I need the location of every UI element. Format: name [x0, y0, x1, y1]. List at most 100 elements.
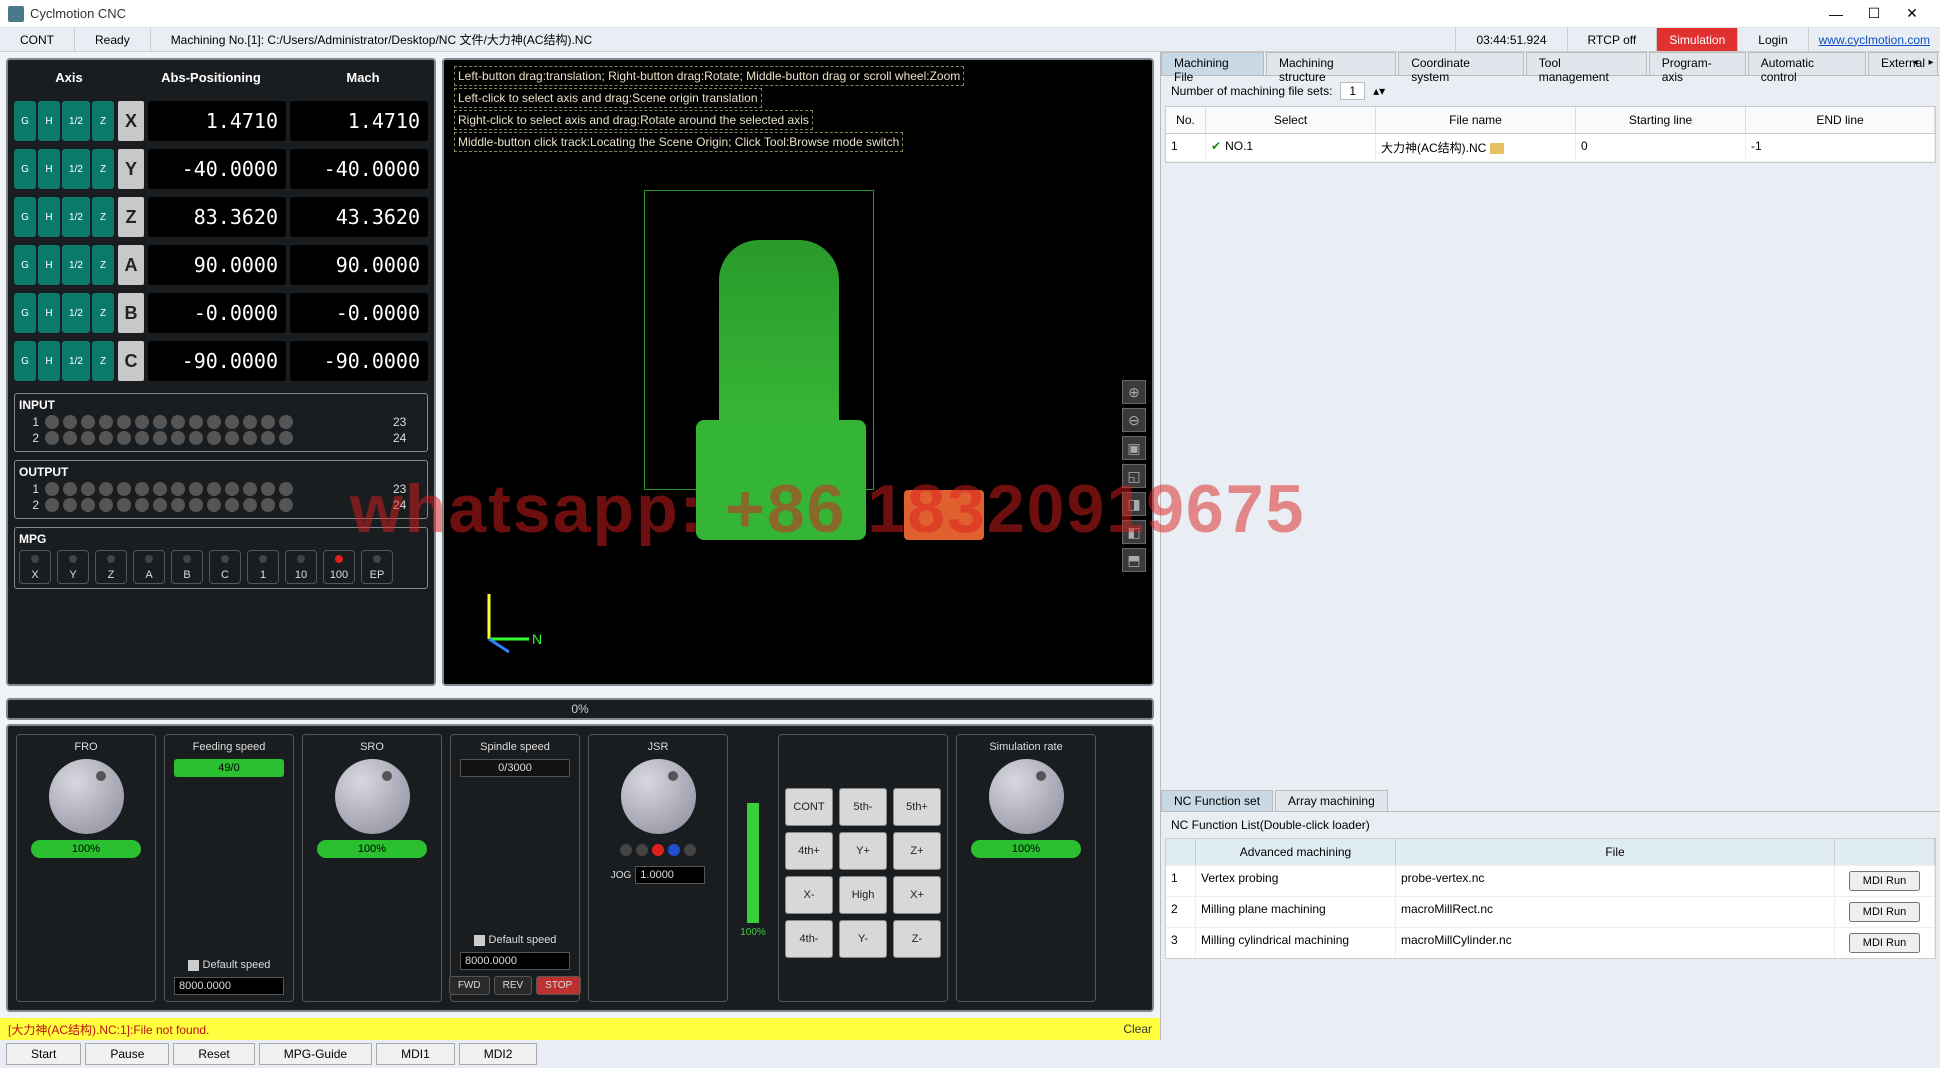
mdi2-button[interactable]: MDI2 [459, 1043, 538, 1065]
rev-button[interactable]: REV [494, 976, 533, 995]
tab-machining-file[interactable]: Machining File [1161, 52, 1264, 75]
sro-knob[interactable] [335, 759, 410, 834]
tab-tool-management[interactable]: Tool management [1526, 52, 1647, 75]
jog-btn-x-minus[interactable]: X- [785, 876, 833, 914]
tab-machining-structure[interactable]: Machining structure [1266, 52, 1396, 75]
tab-automatic-control[interactable]: Automatic control [1748, 52, 1866, 75]
axis-btn-g[interactable]: G [14, 101, 36, 141]
fn-row[interactable]: 3Milling cylindrical machiningmacroMillC… [1166, 927, 1935, 958]
vp-tool-3[interactable]: ▣ [1122, 436, 1146, 460]
feeding-speed-input[interactable]: 8000.0000 [174, 977, 284, 995]
mpg-btn-100[interactable]: 100 [323, 550, 355, 584]
axis-btn-z[interactable]: Z [92, 101, 114, 141]
axis-btn-h[interactable]: H [38, 293, 60, 333]
axis-btn-1/2[interactable]: 1/2 [62, 293, 90, 333]
axis-btn-1/2[interactable]: 1/2 [62, 149, 90, 189]
mpg-btn-c[interactable]: C [209, 550, 241, 584]
checkbox-icon[interactable] [474, 935, 485, 946]
mpg-btn-z[interactable]: Z [95, 550, 127, 584]
jog-btn-5th-minus[interactable]: 5th- [839, 788, 887, 826]
fn-row[interactable]: 2Milling plane machiningmacroMillRect.nc… [1166, 896, 1935, 927]
jog-btn-z-minusplus[interactable]: Z+ [893, 832, 941, 870]
zoom-out-icon[interactable]: ⊖ [1122, 408, 1146, 432]
vp-tool-6[interactable]: ◧ [1122, 520, 1146, 544]
axis-btn-g[interactable]: G [14, 197, 36, 237]
folder-icon[interactable] [1490, 143, 1504, 154]
checkbox-icon[interactable] [188, 960, 199, 971]
axis-btn-z[interactable]: Z [92, 293, 114, 333]
spinner-icon[interactable]: ▴▾ [1373, 84, 1385, 98]
simrate-knob[interactable] [989, 759, 1064, 834]
axis-btn-h[interactable]: H [38, 245, 60, 285]
clear-button[interactable]: Clear [1123, 1022, 1152, 1036]
tab-program-axis[interactable]: Program-axis [1649, 52, 1746, 75]
pause-button[interactable]: Pause [85, 1043, 169, 1065]
vp-tool-7[interactable]: ⬒ [1122, 548, 1146, 572]
tab-scroll-right[interactable]: ▸ [1924, 55, 1938, 69]
tab-scroll-left[interactable]: ◂ [1908, 55, 1922, 69]
jsr-knob[interactable] [621, 759, 696, 834]
axis-btn-1/2[interactable]: 1/2 [62, 245, 90, 285]
mpg-btn-1[interactable]: 1 [247, 550, 279, 584]
axis-btn-h[interactable]: H [38, 341, 60, 381]
status-rtcp[interactable]: RTCP off [1568, 28, 1658, 51]
jog-btn-cont[interactable]: CONT [785, 788, 833, 826]
mdi-run-button[interactable]: MDI Run [1849, 933, 1920, 953]
jog-btn-4th-minusplus[interactable]: 4th+ [785, 832, 833, 870]
axis-btn-g[interactable]: G [14, 245, 36, 285]
axis-btn-h[interactable]: H [38, 197, 60, 237]
jog-btn-5th-minusplus[interactable]: 5th+ [893, 788, 941, 826]
jog-input[interactable]: 1.0000 [635, 866, 705, 884]
mpg-btn-y[interactable]: Y [57, 550, 89, 584]
login-button[interactable]: Login [1738, 28, 1808, 51]
feeding-default-check[interactable]: Default speed [188, 959, 271, 971]
jog-btn-z-minus[interactable]: Z- [893, 920, 941, 958]
jog-btn-high[interactable]: High [839, 876, 887, 914]
axis-btn-1/2[interactable]: 1/2 [62, 341, 90, 381]
stop-button[interactable]: STOP [536, 976, 581, 995]
close-button[interactable]: ✕ [1902, 4, 1922, 24]
status-simulation[interactable]: Simulation [1657, 28, 1738, 51]
vp-tool-5[interactable]: ◨ [1122, 492, 1146, 516]
mdi-run-button[interactable]: MDI Run [1849, 902, 1920, 922]
mdi1-button[interactable]: MDI1 [376, 1043, 455, 1065]
reset-button[interactable]: Reset [173, 1043, 254, 1065]
mpg-btn-10[interactable]: 10 [285, 550, 317, 584]
axis-btn-z[interactable]: Z [92, 245, 114, 285]
axis-btn-h[interactable]: H [38, 149, 60, 189]
jog-btn-x-minusplus[interactable]: X+ [893, 876, 941, 914]
subtab-array-machining[interactable]: Array machining [1275, 790, 1388, 811]
vp-tool-4[interactable]: ◱ [1122, 464, 1146, 488]
mpg-btn-ep[interactable]: EP [361, 550, 393, 584]
axis-btn-g[interactable]: G [14, 293, 36, 333]
axis-btn-h[interactable]: H [38, 101, 60, 141]
mdi-run-button[interactable]: MDI Run [1849, 871, 1920, 891]
spindle-default-check[interactable]: Default speed [474, 934, 557, 946]
axis-btn-g[interactable]: G [14, 149, 36, 189]
spindle-speed-input[interactable]: 8000.0000 [460, 952, 570, 970]
mpg-btn-a[interactable]: A [133, 550, 165, 584]
minimize-button[interactable]: — [1826, 4, 1846, 24]
fwd-button[interactable]: FWD [449, 976, 490, 995]
fn-row[interactable]: 1Vertex probingprobe-vertex.ncMDI Run [1166, 865, 1935, 896]
zoom-in-icon[interactable]: ⊕ [1122, 380, 1146, 404]
file-count-value[interactable]: 1 [1340, 82, 1365, 100]
axis-btn-z[interactable]: Z [92, 341, 114, 381]
axis-btn-g[interactable]: G [14, 341, 36, 381]
mpg-guide-button[interactable]: MPG-Guide [259, 1043, 372, 1065]
jog-btn-y-minus[interactable]: Y- [839, 920, 887, 958]
fro-knob[interactable] [49, 759, 124, 834]
axis-btn-1/2[interactable]: 1/2 [62, 197, 90, 237]
file-table-row[interactable]: 1 ✔NO.1 大力神(AC结构).NC 0 -1 [1166, 134, 1935, 162]
axis-btn-z[interactable]: Z [92, 149, 114, 189]
axis-btn-z[interactable]: Z [92, 197, 114, 237]
maximize-button[interactable]: ☐ [1864, 4, 1884, 24]
jog-bar[interactable] [747, 803, 759, 923]
tab-coordinate-system[interactable]: Coordinate system [1398, 52, 1524, 75]
mpg-btn-b[interactable]: B [171, 550, 203, 584]
3d-viewport[interactable]: Left-button drag:translation; Right-butt… [442, 58, 1154, 686]
jog-btn-y-minusplus[interactable]: Y+ [839, 832, 887, 870]
vendor-link[interactable]: www.cyclmotion.com [1809, 33, 1940, 47]
start-button[interactable]: Start [6, 1043, 81, 1065]
subtab-nc-function-set[interactable]: NC Function set [1161, 790, 1273, 811]
